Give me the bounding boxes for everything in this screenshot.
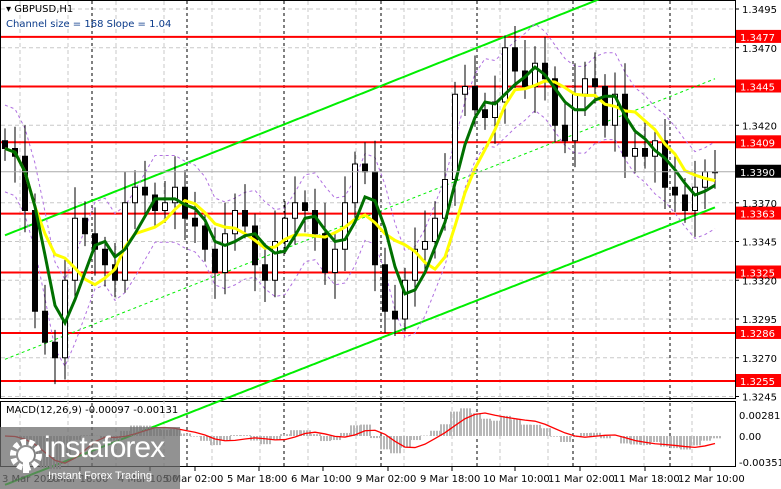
candle-body — [432, 217, 438, 242]
time-label: 12 Mar 10:00 — [678, 474, 745, 485]
time-label: 10 Mar 10:00 — [483, 474, 550, 485]
price-tick-label: 1.3270 — [742, 354, 777, 365]
macd-label: MACD(12,26,9) -0.00097 -0.00131 — [6, 405, 179, 416]
macd-tick-label: 0.00281 — [739, 411, 780, 422]
level-label: 1.3255 — [740, 377, 775, 388]
candle-body — [582, 78, 588, 95]
level-label: 1.3363 — [740, 210, 775, 221]
candle-body — [372, 171, 378, 266]
level-label: 1.3286 — [740, 329, 775, 340]
candle-body — [352, 163, 358, 204]
symbol-label: GBPUSD,H1 — [14, 4, 74, 15]
candle-body — [512, 47, 518, 72]
current-price-label: 1.3390 — [740, 168, 775, 179]
candle-body — [2, 140, 8, 149]
time-label: 9 Mar 02:00 — [356, 474, 416, 485]
candle-body — [592, 78, 598, 87]
candle-body — [672, 186, 678, 196]
price-tick-label: 1.3320 — [742, 276, 777, 287]
candle-body — [682, 194, 688, 211]
time-label: 11 Mar 02:00 — [548, 474, 615, 485]
time-label: 11 Mar 18:00 — [613, 474, 680, 485]
price-tick-label: 1.3345 — [742, 238, 777, 249]
candle-body — [462, 86, 468, 95]
macd-tick-label: -0.00351 — [739, 458, 781, 469]
price-tick-label: 1.3470 — [742, 44, 777, 55]
candle-body — [382, 264, 388, 312]
chart-header: ▾ GBPUSD,H1 Channel size = 168 Slope = 1… — [6, 2, 171, 32]
candle-body — [222, 233, 228, 273]
price-tick-label: 1.3420 — [742, 121, 777, 132]
candle-body — [262, 264, 268, 281]
price-axis: 1.34771.34451.34091.33631.33251.32861.32… — [735, 5, 781, 469]
candle-body — [642, 148, 648, 157]
candle-body — [22, 155, 28, 211]
candle-body — [452, 93, 458, 180]
candle-body — [332, 248, 338, 273]
candle-body — [362, 163, 368, 173]
price-tick-label: 1.3370 — [742, 199, 777, 210]
candle-body — [632, 148, 638, 157]
time-label: 6 Mar 10:00 — [291, 474, 351, 485]
logo-text: instaforex — [44, 431, 165, 464]
candle-body — [472, 86, 478, 111]
macd-tick-label: 0.00 — [739, 432, 761, 443]
candle-body — [572, 93, 578, 142]
candle-body — [292, 202, 298, 219]
candle-body — [212, 248, 218, 273]
candle-body — [162, 202, 168, 211]
candle-body — [322, 233, 328, 273]
candle-body — [622, 93, 628, 157]
candle-body — [562, 124, 568, 142]
channel-info: Channel size = 168 Slope = 1.04 — [6, 19, 172, 30]
collapse-triangle-icon[interactable]: ▾ — [6, 4, 11, 15]
candle-body — [102, 248, 108, 266]
candle-body — [32, 210, 38, 312]
candle-body — [422, 241, 428, 250]
candle-body — [52, 341, 58, 359]
instaforex-logo: instaforex Instant Forex Trading — [0, 427, 180, 489]
price-tick-label: 1.3495 — [742, 5, 777, 16]
level-label: 1.3477 — [740, 33, 775, 44]
candle-body — [192, 217, 198, 227]
candle-body — [392, 310, 398, 320]
time-label: 9 Mar 18:00 — [420, 474, 480, 485]
candle-body — [122, 202, 128, 281]
candle-body — [82, 217, 88, 235]
candle-body — [242, 210, 248, 227]
candle-body — [132, 186, 138, 204]
candle-body — [42, 310, 48, 343]
candle-body — [252, 225, 258, 266]
candle-body — [302, 202, 308, 211]
price-tick-label: 1.3295 — [742, 315, 777, 326]
level-label: 1.3409 — [740, 138, 775, 149]
candle-body — [202, 225, 208, 250]
time-label: 5 Mar 18:00 — [227, 474, 287, 485]
level-label: 1.3445 — [740, 83, 775, 94]
candle-body — [142, 186, 148, 196]
logo-tagline: Instant Forex Trading — [48, 470, 152, 482]
price-tick-label: 1.3245 — [742, 393, 777, 404]
candle-body — [312, 210, 318, 235]
candle-body — [482, 109, 488, 118]
gear-logo-icon — [10, 439, 42, 473]
